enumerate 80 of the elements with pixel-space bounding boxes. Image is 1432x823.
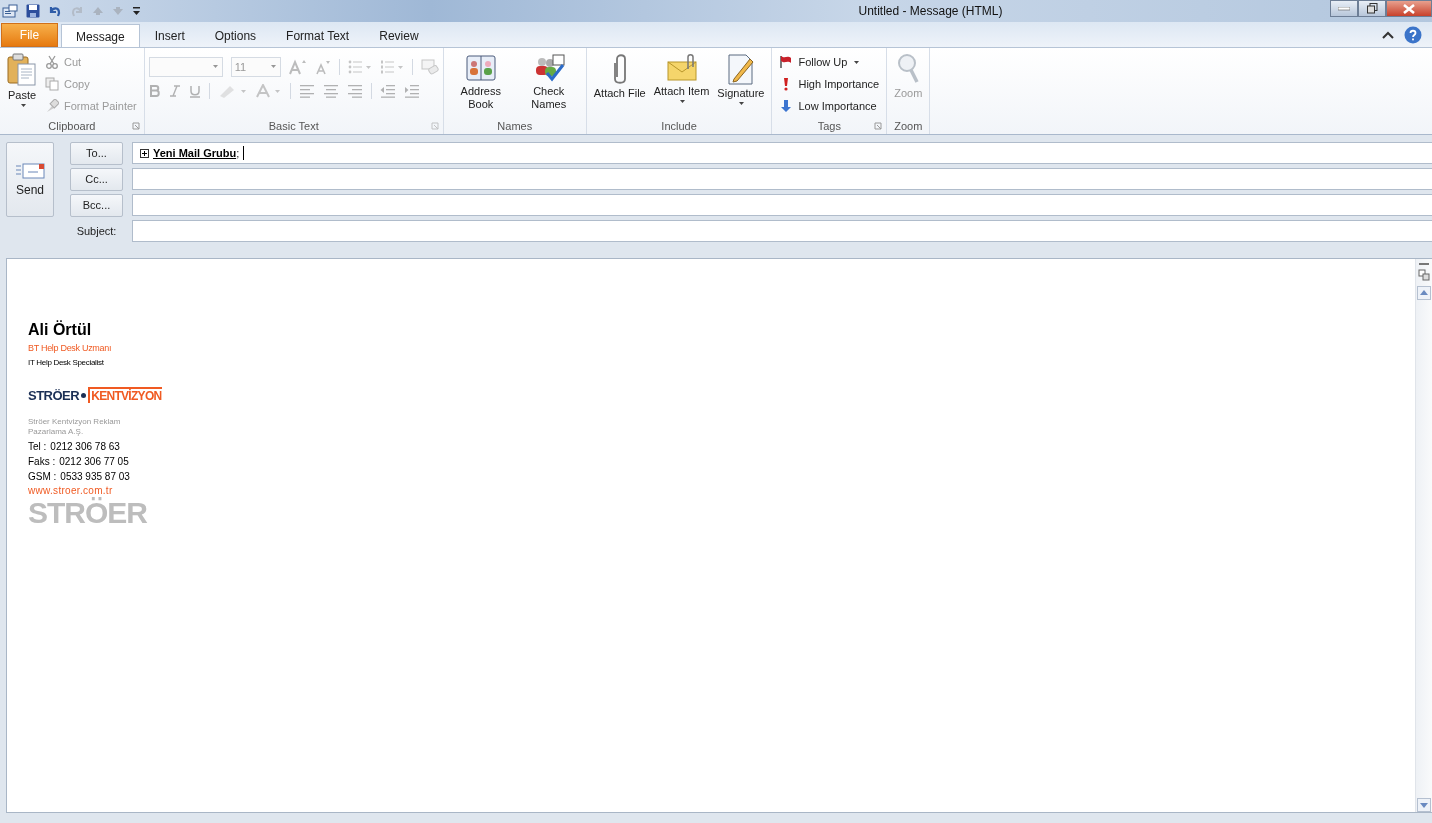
envelope-icon (15, 162, 45, 180)
brush-icon (45, 99, 59, 113)
expand-icon[interactable] (140, 148, 149, 158)
group-label: Zoom (894, 120, 923, 132)
minimize-button[interactable] (1330, 0, 1358, 17)
attach-item-button[interactable]: Attach Item (650, 51, 713, 105)
scroll-down-icon[interactable] (1417, 798, 1431, 812)
company-name: Pazarlama A.Ş. (28, 427, 85, 437)
recipient-button[interactable]: Bcc... (70, 193, 123, 217)
window-title: Untitled - Message (HTML) (858, 4, 1003, 18)
outlook-icon[interactable] (2, 3, 18, 19)
website-link[interactable]: www.stroer.com.tr (28, 485, 1415, 496)
recipient-field[interactable] (132, 194, 1432, 216)
redo-icon[interactable] (70, 4, 84, 18)
follow-up-button[interactable]: Follow Up (776, 52, 883, 72)
copy-icon (45, 77, 59, 91)
address-book-icon (464, 53, 497, 83)
caret-icon (270, 65, 276, 68)
contact-line: Faks : 0212 306 77 05 (28, 456, 130, 467)
high-importance-button[interactable]: High Importance (776, 74, 883, 94)
ribbon-tab[interactable]: Insert (139, 24, 200, 47)
flag-icon (779, 55, 794, 69)
recipient-field[interactable]: Yeni Mail Grubu; (132, 142, 1432, 164)
dialog-launcher-icon[interactable] (874, 122, 883, 130)
up-arrow-icon[interactable] (92, 6, 104, 16)
split-icon[interactable] (1418, 262, 1430, 284)
paste-button[interactable]: Paste (4, 51, 40, 109)
dialog-launcher-icon[interactable] (131, 122, 140, 130)
recipient-button[interactable]: To... (70, 141, 123, 165)
group-label: Include (661, 120, 697, 132)
down-arrow-icon[interactable] (112, 6, 124, 16)
signature-button[interactable]: Signature (714, 51, 768, 107)
recipient-field[interactable] (132, 168, 1432, 190)
help-icon[interactable] (1404, 25, 1422, 44)
check-names-button[interactable]: Check Names (515, 51, 582, 113)
close-icon (1403, 3, 1415, 14)
contact-line: GSM : 0533 935 87 03 (28, 471, 131, 482)
caret-icon (20, 104, 26, 107)
job-title: BT Help Desk Uzmanı (28, 343, 113, 353)
undo-icon[interactable] (48, 4, 62, 18)
scroll-up-icon[interactable] (1417, 286, 1431, 300)
group-label: Clipboard (48, 120, 96, 132)
low-importance-button[interactable]: Low Importance (776, 96, 883, 116)
restore-button[interactable] (1358, 0, 1386, 17)
magnifier-icon (896, 53, 921, 85)
ribbon-tab[interactable]: Message (61, 24, 140, 48)
pencil-icon (725, 53, 756, 85)
caret-icon (212, 65, 218, 68)
address-book-button[interactable]: Address Book (447, 51, 514, 113)
send-button[interactable]: Send (6, 142, 54, 217)
contact-line: Tel : 0212 306 78 63 (28, 441, 121, 452)
down-arrow-icon (779, 99, 794, 113)
scrollbar[interactable] (1415, 259, 1432, 812)
save-icon[interactable] (26, 4, 40, 18)
ribbon-tab[interactable]: Options (199, 24, 272, 47)
ribbon-tab[interactable]: Format Text (271, 24, 365, 47)
attach-file-button[interactable]: Attach File (590, 51, 649, 102)
group-label: Basic Text (268, 120, 319, 132)
footer-logo: STRÖER (28, 496, 148, 530)
company-logo: STRÖER KENTVİZYON (28, 386, 162, 405)
collapse-ribbon-icon[interactable] (1382, 30, 1394, 39)
caret-icon (739, 102, 745, 105)
subject-label: Subject: (75, 225, 118, 237)
scissors-icon (45, 55, 59, 69)
subject-field[interactable] (132, 220, 1432, 242)
company-name: Ströer Kentvizyon Reklam (28, 417, 122, 427)
group-label: Tags (817, 120, 841, 132)
group-label: Names (497, 120, 533, 132)
caret-icon (854, 60, 860, 64)
job-title: IT Help Desk Specialist (28, 358, 105, 367)
close-button[interactable] (1386, 0, 1432, 17)
signature-name: Ali Örtül (28, 321, 93, 339)
recipient-button[interactable]: Cc... (70, 167, 123, 191)
envelope-icon (665, 53, 698, 83)
customize-icon[interactable] (132, 6, 141, 16)
minimize-icon (1338, 6, 1350, 11)
clipboard-icon (7, 53, 37, 87)
caret-icon (680, 100, 686, 103)
restore-icon (1366, 3, 1378, 14)
ribbon-tab[interactable]: Review (364, 24, 434, 47)
